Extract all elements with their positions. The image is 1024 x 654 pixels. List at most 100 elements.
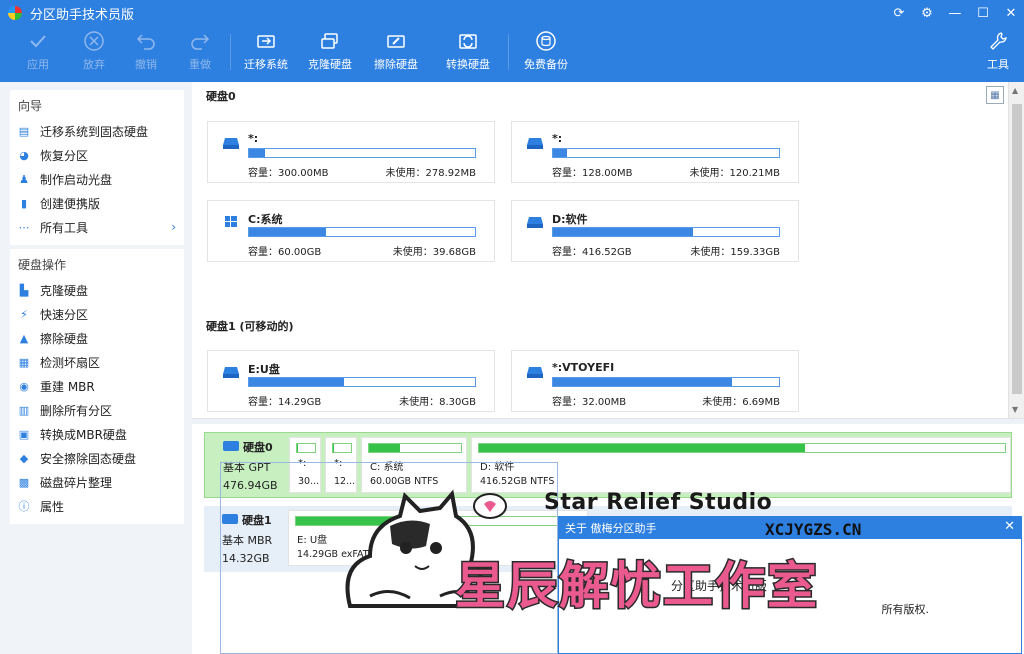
view-toggle-icon[interactable]: ▦ xyxy=(986,86,1004,104)
redo-icon xyxy=(191,34,210,50)
partition-view: 硬盘0 ▦ *: 容量：300.00MB 未使用：278.92MB *: 容量：… xyxy=(192,82,1024,418)
sidebar-item-convert-mbr[interactable]: ▣ 转换成MBR硬盘 xyxy=(10,422,184,446)
convert-icon: ▣ xyxy=(18,427,30,441)
sidebar-item-quick-partition[interactable]: ⚡ 快速分区 xyxy=(10,302,184,326)
usage-bar xyxy=(552,377,780,387)
usage-fill xyxy=(553,149,567,157)
clone-disk-button[interactable]: 克隆硬盘 xyxy=(300,28,360,72)
drive-icon xyxy=(223,138,239,149)
disk1-heading: 硬盘1 (可移动的) xyxy=(206,320,294,333)
toolbar: 应用 放弃 撤销 重做 迁移系统 克隆硬盘 擦除硬盘 转换硬盘 免费备份 工具 xyxy=(0,26,1024,82)
more-icon: ⋯ xyxy=(18,220,30,234)
scroll-up-icon[interactable]: ▲ xyxy=(1012,86,1018,95)
rebuild-icon: ◉ xyxy=(19,379,29,393)
usage-bar xyxy=(248,227,476,237)
wizard-panel-title: 向导 xyxy=(18,99,43,113)
free-backup-button[interactable]: 免费备份 xyxy=(516,28,576,72)
watermark-url: XCJYGZS.CN xyxy=(765,520,862,539)
usage-bar xyxy=(248,148,476,158)
migrate-icon: ▤ xyxy=(18,124,30,138)
discard-icon xyxy=(84,31,104,51)
disk0-heading: 硬盘0 xyxy=(206,90,236,103)
usage-bar xyxy=(552,227,780,237)
watermark-studio: Star Relief Studio xyxy=(544,490,773,515)
sidebar-item-rebuild-mbr[interactable]: ◉ 重建 MBR xyxy=(10,374,184,398)
usage-fill xyxy=(249,228,326,236)
sidebar-item-boot-disc[interactable]: ♟ 制作启动光盘 xyxy=(10,167,184,191)
refresh-icon[interactable]: ⟳ xyxy=(892,6,906,21)
wizard-panel: 向导 ▤ 迁移系统到固态硬盘 ◕ 恢复分区 ♟ 制作启动光盘 ▮ 创建便携版 ⋯ 所有工具… xyxy=(10,90,184,245)
undo-icon xyxy=(136,34,155,50)
usage-bar xyxy=(552,148,780,158)
usage-fill xyxy=(553,228,694,236)
sidebar: 向导 ▤ 迁移系统到固态硬盘 ◕ 恢复分区 ♟ 制作启动光盘 ▮ 创建便携版 ⋯ 所有工具… xyxy=(10,90,184,528)
partition-card[interactable]: *:VTOYEFI 容量：32.00MB 未使用：6.69MB xyxy=(511,350,799,412)
sidebar-item-defrag[interactable]: ▩ 磁盘碎片整理 xyxy=(10,470,184,494)
discard-button[interactable]: 放弃 xyxy=(64,28,124,72)
partition-card[interactable]: C:系统 容量：60.00GB 未使用：39.68GB xyxy=(207,200,495,262)
wipe-icon: ▲ xyxy=(19,331,29,345)
disk-ops-panel: 硬盘操作 ▙ 克隆硬盘 ⚡ 快速分区 ▲ 擦除硬盘 ▦ 检测坏扇区 ◉ 重建 MBR ▥ 删… xyxy=(10,249,184,524)
wipe-disk-icon xyxy=(387,35,405,48)
apply-button[interactable]: 应用 xyxy=(8,28,68,72)
maximize-button[interactable]: ☐ xyxy=(976,6,990,21)
boot-disc-icon: ♟ xyxy=(19,172,29,186)
windows-icon xyxy=(225,216,237,227)
sidebar-item-delete-partitions[interactable]: ▥ 删除所有分区 xyxy=(10,398,184,422)
sidebar-item-bad-sector[interactable]: ▦ 检测坏扇区 xyxy=(10,350,184,374)
disk-icon xyxy=(223,441,239,451)
recover-icon: ◕ xyxy=(19,148,29,162)
drive-icon xyxy=(223,367,239,378)
clone-icon: ▙ xyxy=(19,283,29,297)
partition-card[interactable]: D:软件 容量：416.52GB 未使用：159.33GB xyxy=(511,200,799,262)
scan-icon: ▦ xyxy=(18,355,30,369)
sidebar-item-properties[interactable]: ⓘ 属性 xyxy=(10,494,184,518)
lightning-icon: ⚡ xyxy=(20,307,28,321)
convert-disk-button[interactable]: 转换硬盘 xyxy=(438,28,498,72)
erase-icon: ◆ xyxy=(19,451,29,465)
settings-icon[interactable]: ⚙ xyxy=(920,6,934,21)
sidebar-item-all-tools[interactable]: ⋯ 所有工具 › xyxy=(10,215,184,239)
chevron-right-icon: › xyxy=(171,220,176,234)
convert-disk-icon xyxy=(459,34,477,49)
sidebar-item-wipe-disk[interactable]: ▲ 擦除硬盘 xyxy=(10,326,184,350)
scroll-down-icon[interactable]: ▼ xyxy=(1012,405,1018,414)
sidebar-item-clone-disk[interactable]: ▙ 克隆硬盘 xyxy=(10,278,184,302)
drive-icon xyxy=(527,138,543,149)
watermark-chinese: 星辰解忧工作室 xyxy=(454,556,819,617)
info-icon: ⓘ xyxy=(18,500,30,513)
window-controls: ⟳ ⚙ — ☐ ✕ xyxy=(892,0,1018,26)
usage-fill xyxy=(249,378,344,386)
partition-card[interactable]: *: 容量：300.00MB 未使用：278.92MB xyxy=(207,121,495,183)
close-icon[interactable]: ✕ xyxy=(1004,519,1015,534)
partition-card[interactable]: E:U盘 容量：14.29GB 未使用：8.30GB xyxy=(207,350,495,412)
undo-button[interactable]: 撤销 xyxy=(116,28,176,72)
partition-card[interactable]: *: 容量：128.00MB 未使用：120.21MB xyxy=(511,121,799,183)
drive-icon xyxy=(527,367,543,378)
trash-icon: ▥ xyxy=(18,403,30,417)
vertical-scrollbar[interactable]: ▲ ▼ xyxy=(1008,82,1024,418)
minimize-button[interactable]: — xyxy=(948,6,962,21)
toolbar-separator xyxy=(508,34,509,70)
toolbar-separator xyxy=(230,34,231,70)
wipe-disk-button[interactable]: 擦除硬盘 xyxy=(366,28,426,72)
usage-bar xyxy=(248,377,476,387)
sidebar-item-secure-erase[interactable]: ◆ 安全擦除固态硬盘 xyxy=(10,446,184,470)
sidebar-item-migrate-ssd[interactable]: ▤ 迁移系统到固态硬盘 xyxy=(10,119,184,143)
about-copyright: 所有版权. xyxy=(881,603,930,616)
defrag-icon: ▩ xyxy=(18,475,30,489)
usage-fill xyxy=(553,378,732,386)
sidebar-item-recover-partition[interactable]: ◕ 恢复分区 xyxy=(10,143,184,167)
disk-ops-panel-title: 硬盘操作 xyxy=(18,258,67,272)
sidebar-item-portable[interactable]: ▮ 创建便携版 xyxy=(10,191,184,215)
clone-disk-icon xyxy=(321,33,338,49)
scroll-thumb[interactable] xyxy=(1012,104,1022,394)
drive-icon xyxy=(527,217,543,228)
redo-button[interactable]: 重做 xyxy=(170,28,230,72)
close-button[interactable]: ✕ xyxy=(1004,6,1018,21)
migrate-os-button[interactable]: 迁移系统 xyxy=(236,28,296,72)
tools-button[interactable]: 工具 xyxy=(968,28,1024,72)
backup-icon xyxy=(536,31,556,51)
check-icon xyxy=(30,35,46,48)
portable-icon: ▮ xyxy=(20,196,28,210)
